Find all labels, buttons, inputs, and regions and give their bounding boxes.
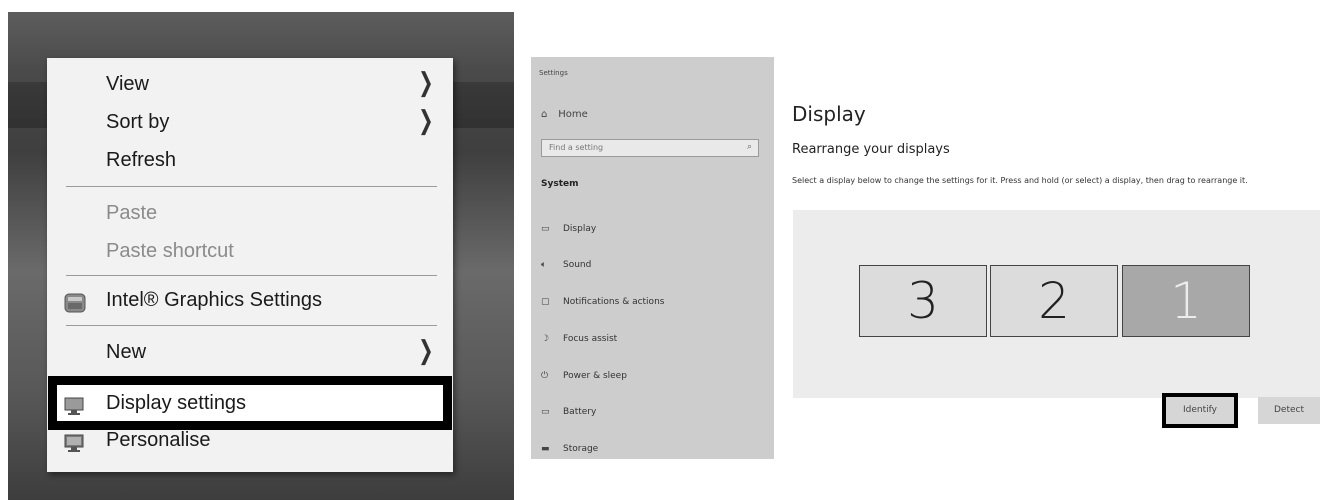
monitor-icon: ▭: [541, 224, 550, 234]
settings-window-title: Settings: [539, 69, 568, 77]
sidebar-item-sound[interactable]: 🔈︎ Sound: [541, 260, 591, 270]
page-title: Display: [792, 102, 866, 126]
sidebar-item-label: Notifications & actions: [563, 297, 665, 307]
menu-item-new-label: New: [106, 341, 147, 363]
menu-item-refresh[interactable]: Refresh: [47, 142, 453, 178]
menu-item-refresh-label: Refresh: [106, 149, 177, 171]
sidebar-item-label: Sound: [563, 260, 592, 270]
chevron-right-icon: ❯: [418, 336, 434, 366]
sidebar-item-notifications[interactable]: ▢ Notifications & actions: [541, 297, 664, 307]
menu-separator: [66, 186, 437, 187]
desktop-context-menu: View ❯ Sort by ❯ Refresh Paste Paste sho…: [47, 58, 453, 472]
section-heading: Rearrange your displays: [792, 142, 950, 157]
menu-item-display-settings[interactable]: Display settings: [48, 376, 452, 430]
sidebar-item-display[interactable]: ▭ Display: [541, 224, 596, 234]
search-icon: ⌕: [746, 142, 752, 152]
menu-item-paste-label: Paste: [106, 202, 158, 224]
menu-item-view-label: View: [106, 73, 149, 95]
chevron-right-icon: ❯: [418, 68, 434, 98]
sidebar-item-label: Display: [563, 224, 597, 234]
storage-icon: ▬: [541, 444, 550, 454]
menu-separator: [66, 377, 437, 378]
chevron-right-icon: ❯: [418, 106, 434, 136]
home-icon: ⌂: [541, 109, 548, 120]
sidebar-item-home-label: Home: [558, 109, 588, 120]
monitor-icon: [64, 392, 86, 415]
sidebar-item-focus-assist[interactable]: ☽ Focus assist: [541, 334, 617, 344]
battery-icon: ▭: [541, 407, 550, 417]
menu-item-paste-shortcut-label: Paste shortcut: [106, 240, 234, 262]
menu-item-paste: Paste: [47, 195, 453, 231]
find-setting-placeholder: Find a setting: [549, 143, 604, 152]
menu-item-sort-by[interactable]: Sort by ❯: [47, 104, 453, 140]
intel-graphics-icon: [64, 289, 86, 313]
sidebar-item-label: Storage: [563, 444, 599, 454]
menu-item-new[interactable]: New ❯: [47, 334, 453, 370]
settings-sidebar: Settings ⌂ Home Find a setting ⌕ System …: [531, 57, 774, 459]
sidebar-item-power-sleep[interactable]: ⏻ Power & sleep: [541, 371, 627, 381]
notification-icon: ▢: [541, 297, 550, 307]
moon-icon: ☽: [541, 334, 550, 344]
menu-separator: [66, 275, 437, 276]
menu-separator: [66, 325, 437, 326]
menu-item-paste-shortcut: Paste shortcut: [47, 233, 453, 269]
menu-item-personalise-label: Personalise: [106, 429, 211, 451]
speaker-icon: 🔈︎: [541, 260, 547, 270]
monitor-tile-2[interactable]: 2: [990, 265, 1118, 337]
section-description: Select a display below to change the set…: [792, 176, 1248, 185]
menu-item-view[interactable]: View ❯: [47, 66, 453, 102]
sidebar-item-battery[interactable]: ▭ Battery: [541, 407, 596, 417]
monitor-tile-1[interactable]: 1: [1122, 265, 1250, 337]
personalise-icon: [64, 429, 86, 452]
sidebar-item-label: Focus assist: [563, 334, 618, 344]
find-setting-input[interactable]: Find a setting ⌕: [541, 139, 759, 157]
sidebar-item-label: Battery: [563, 407, 597, 417]
menu-item-display-settings-label: Display settings: [106, 392, 247, 414]
detect-button[interactable]: Detect: [1258, 397, 1320, 424]
sidebar-section-system: System: [541, 179, 579, 189]
menu-item-intel-graphics-label: Intel® Graphics Settings: [106, 289, 322, 311]
sidebar-item-storage[interactable]: ▬ Storage: [541, 444, 598, 454]
identify-button[interactable]: Identify: [1162, 393, 1238, 428]
menu-item-intel-graphics[interactable]: Intel® Graphics Settings: [47, 282, 453, 318]
sidebar-item-home[interactable]: ⌂ Home: [541, 109, 588, 120]
monitor-tile-3[interactable]: 3: [859, 265, 987, 337]
sidebar-item-label: Power & sleep: [563, 371, 627, 381]
power-icon: ⏻: [541, 371, 549, 381]
menu-item-personalise[interactable]: Personalise: [47, 422, 453, 458]
menu-item-sort-by-label: Sort by: [106, 111, 170, 133]
